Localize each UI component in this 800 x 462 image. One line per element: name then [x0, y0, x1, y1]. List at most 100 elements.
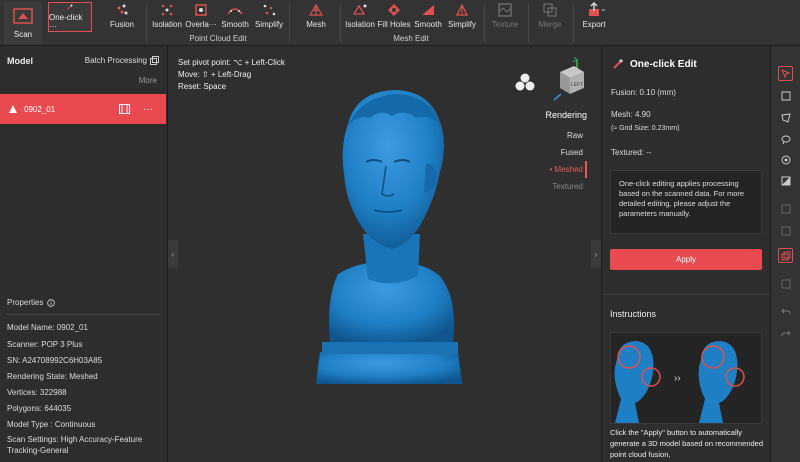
duplicate-icon — [781, 251, 790, 260]
one-click-label: One-click ··· — [49, 13, 83, 31]
model-list-item[interactable]: 0902_01 ··· — [0, 94, 166, 124]
invert-select-button[interactable] — [778, 173, 793, 188]
mesh-icon — [308, 3, 324, 16]
layers-icon — [781, 204, 790, 213]
view-cube-icon[interactable]: LEFT Z — [550, 56, 590, 102]
isolation-icon — [352, 4, 367, 15]
view-cube-face-label: LEFT — [571, 82, 583, 88]
rect-select-button[interactable] — [778, 88, 793, 103]
prop-rendering-state: Rendering State: Meshed — [7, 372, 98, 381]
render-mode-fused[interactable]: Fused — [545, 144, 587, 161]
pc-smooth-label: Smooth — [221, 20, 249, 29]
model-icon — [9, 105, 17, 113]
film-icon[interactable] — [119, 104, 130, 114]
axis-z-label: Z — [573, 58, 577, 64]
point-cloud-mode-icon[interactable] — [514, 72, 536, 92]
undo-button[interactable] — [778, 304, 793, 319]
prop-scan-settings: Scan Settings: High Accuracy-Feature Tra… — [7, 435, 143, 455]
more-options-icon[interactable]: ··· — [143, 104, 153, 115]
merge-button[interactable]: Merge — [533, 2, 567, 32]
fusion-value: Fusion: 0.10 (mm) — [611, 88, 676, 97]
properties-label: Properties — [7, 298, 44, 307]
disabled-tool-1[interactable] — [778, 201, 793, 216]
wand-icon — [67, 4, 73, 10]
fill-holes-label: Fill Holes — [377, 20, 411, 29]
export-label: Export — [582, 20, 606, 29]
mesh-button[interactable]: Mesh — [301, 2, 331, 32]
hint-reset: Reset: Space — [178, 82, 227, 91]
render-mode-meshed[interactable]: • Meshed — [545, 161, 587, 178]
rendering-mode-selector: Rendering Raw Fused • Meshed Textured — [545, 110, 587, 195]
toolbar-divider — [340, 4, 341, 42]
batch-processing-label: Batch Processing — [84, 56, 147, 65]
collapse-left-panel-button[interactable]: ‹ — [168, 240, 178, 268]
mesh-isolation-label: Isolation — [345, 20, 375, 29]
texture-button[interactable]: Texture — [488, 2, 522, 32]
pc-isolation-button[interactable]: Isolation — [151, 2, 183, 32]
prop-model-type: Model Type : Continuous — [7, 420, 96, 429]
prop-sn: SN: A24708992C6H03A85 — [7, 356, 103, 365]
instructions-title: Instructions — [610, 309, 657, 319]
prop-model-name: Model Name: 0902_01 — [7, 323, 88, 332]
toolbar-divider — [146, 4, 147, 42]
pc-smooth-button[interactable]: Smooth — [219, 2, 251, 32]
redo-icon — [781, 330, 791, 336]
layers-icon — [781, 226, 790, 235]
redo-button[interactable] — [778, 326, 793, 341]
toolbar-divider — [289, 4, 290, 42]
collapse-right-panel-button[interactable]: › — [591, 240, 601, 268]
info-icon[interactable] — [47, 298, 56, 307]
panel-title-text: One-click Edit — [630, 58, 697, 70]
hint-move: Move: ⇧ + Left-Drag — [178, 70, 252, 79]
3d-viewport[interactable]: Set pivot point: ⌥ + Left-Click Move: ⇧ … — [168, 46, 601, 462]
one-click-edit-panel: One-click Edit Fusion: 0.10 (mm) Mesh: 4… — [601, 46, 771, 462]
lasso-select-button[interactable] — [778, 132, 793, 147]
toolbar-divider — [528, 4, 529, 42]
isolation-icon — [161, 4, 173, 16]
side-tools-toolbar — [770, 46, 800, 462]
before-after-illustration: ›› — [614, 341, 745, 423]
brush-select-button[interactable] — [778, 152, 793, 167]
mesh-simplify-button[interactable]: Simplify — [445, 2, 479, 32]
batch-processing-button[interactable]: Batch Processing — [85, 56, 159, 65]
render-mode-textured[interactable]: Textured — [545, 178, 587, 195]
rendering-title: Rendering — [545, 110, 587, 120]
wand-icon — [613, 58, 624, 69]
prop-polygons: Polygons: 644035 — [7, 404, 72, 413]
pc-simplify-label: Simplify — [254, 20, 283, 29]
export-dropdown-icon[interactable]: ⌄ — [600, 4, 607, 13]
mesh-smooth-button[interactable]: Smooth — [411, 2, 445, 32]
disabled-tool-3[interactable] — [778, 276, 793, 291]
invert-icon — [781, 176, 790, 185]
disabled-tool-2[interactable] — [778, 223, 793, 238]
copy-tool-button[interactable] — [778, 248, 793, 263]
layers-icon — [781, 279, 790, 288]
pc-simplify-button[interactable]: Simplify — [253, 2, 285, 32]
apply-button[interactable]: Apply — [610, 249, 762, 270]
model-panel: Model Batch Processing More 0902_01 ··· … — [0, 46, 168, 462]
instructions-illustration: ›› — [610, 332, 762, 424]
brush-icon — [781, 155, 790, 164]
render-mode-raw[interactable]: Raw — [545, 127, 587, 144]
polygon-select-icon — [780, 112, 791, 123]
texture-icon — [498, 3, 512, 17]
toolbar-divider — [484, 4, 485, 42]
fill-holes-button[interactable]: Fill Holes — [377, 2, 411, 32]
pc-overlap-button[interactable]: Overla··· — [185, 2, 217, 32]
scan-button[interactable]: Scan — [4, 2, 42, 44]
hint-pivot: Set pivot point: ⌥ + Left-Click — [178, 58, 285, 67]
simplify-icon — [263, 4, 276, 16]
mesh-smooth-label: Smooth — [414, 20, 442, 29]
prop-vertices: Vertices: 322988 — [7, 388, 67, 397]
texture-label: Texture — [491, 20, 519, 29]
more-link[interactable]: More — [139, 76, 157, 85]
model-panel-title: Model — [7, 56, 33, 66]
select-tool-button[interactable] — [778, 66, 793, 81]
polygon-select-button[interactable] — [778, 110, 793, 125]
textured-value: Textured: -- — [611, 148, 652, 157]
scanned-bust-model[interactable] — [308, 84, 473, 396]
one-click-button[interactable]: One-click ··· — [48, 2, 92, 32]
mesh-value: Mesh: 4.90 — [611, 110, 651, 119]
fusion-button[interactable]: Fusion — [108, 2, 136, 32]
mesh-isolation-button[interactable]: Isolation — [343, 2, 377, 32]
